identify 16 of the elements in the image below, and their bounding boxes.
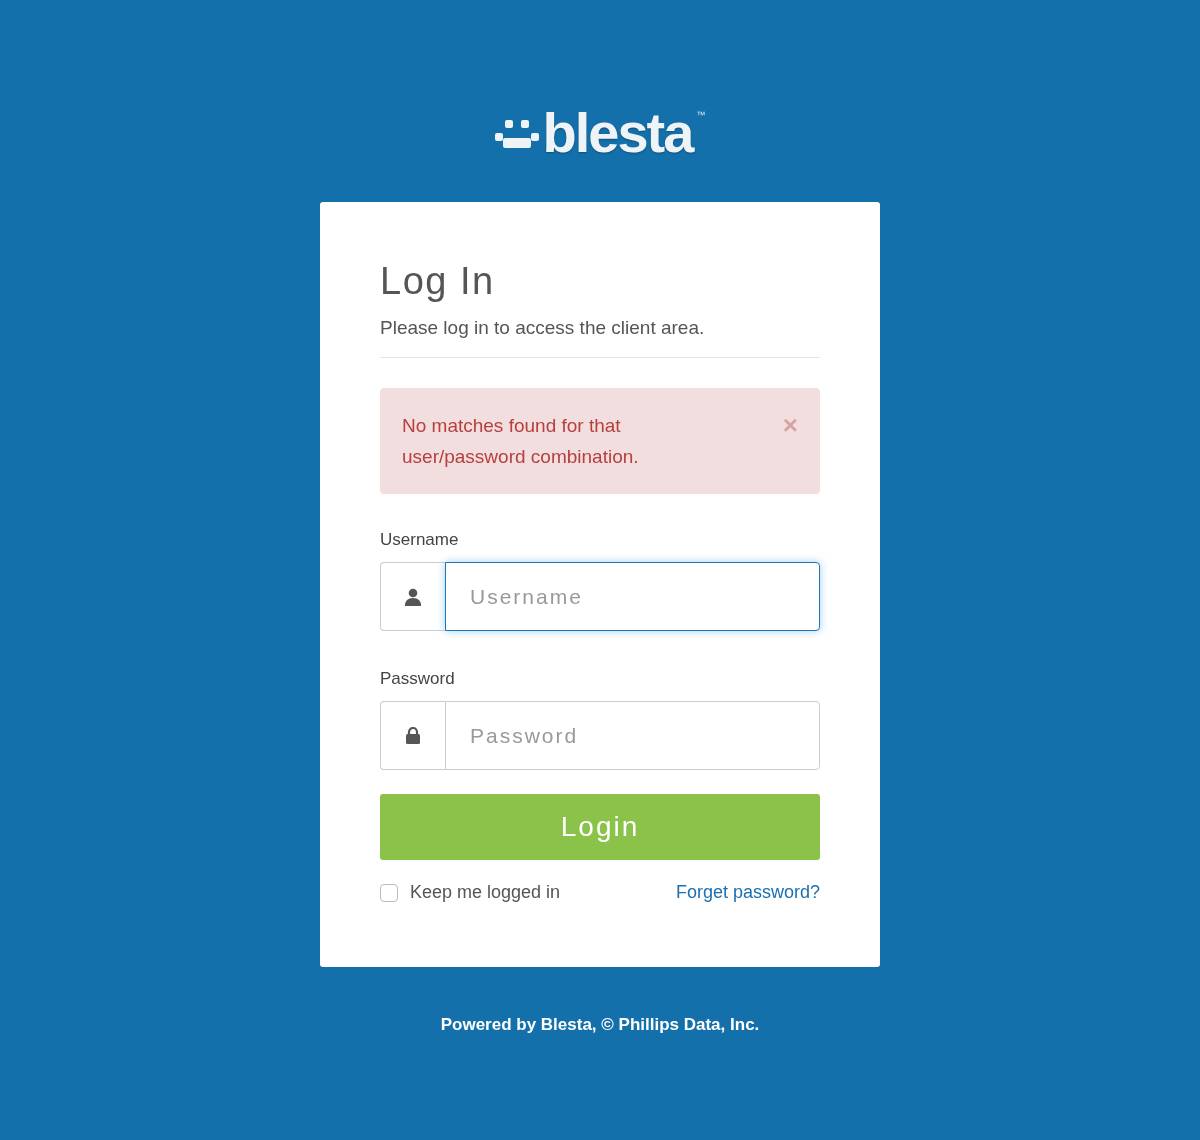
field-label: Username bbox=[380, 530, 460, 550]
login-button[interactable]: Login bbox=[380, 794, 820, 860]
forgot-password-link[interactable]: Forget password? bbox=[675, 882, 820, 903]
error-message: No matches found for that user/password combination. bbox=[402, 414, 640, 469]
checkbox[interactable] bbox=[380, 883, 398, 902]
login-subtitle: Please log in to access the client area. bbox=[380, 317, 820, 358]
lock-icon bbox=[406, 727, 420, 744]
user-icon bbox=[405, 587, 421, 606]
checkbox-label: Keep me logged in bbox=[410, 882, 561, 903]
input-field[interactable]: Username bbox=[445, 562, 820, 631]
trademark-sign: ™ bbox=[696, 110, 706, 120]
footer-text: Powered by Blesta, © Phillips Data, Inc. bbox=[440, 1015, 760, 1035]
close-button[interactable]: × bbox=[782, 414, 798, 436]
logo-wordmark: blesta bbox=[542, 105, 693, 161]
field-label: Password bbox=[380, 669, 456, 689]
login-title: Log In bbox=[380, 260, 496, 303]
